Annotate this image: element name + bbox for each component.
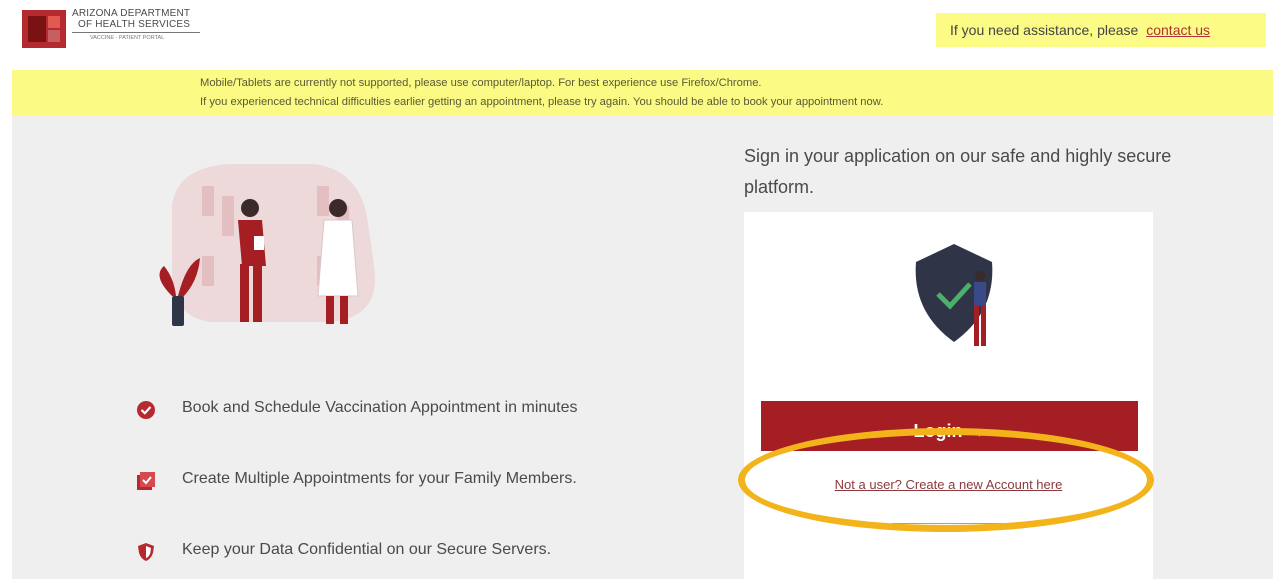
notice-line-2: If you experienced technical difficultie… xyxy=(200,96,884,108)
feature-item-family: Create Multiple Appointments for your Fa… xyxy=(132,469,577,490)
highlight-ellipse xyxy=(738,428,1154,532)
feature-text: Keep your Data Confidential on our Secur… xyxy=(182,541,552,558)
feature-text: Book and Schedule Vaccination Appointmen… xyxy=(182,399,578,416)
healthcare-workers-illustration xyxy=(159,164,376,326)
feature-item-confidential: Keep your Data Confidential on our Secur… xyxy=(132,540,552,561)
logo-divider xyxy=(72,32,200,33)
assistance-box: If you need assistance, please contact u… xyxy=(936,13,1266,47)
contact-us-link[interactable]: contact us xyxy=(1146,22,1210,38)
adhs-logo-mark-icon xyxy=(22,10,66,48)
logo-line-2: OF HEALTH SERVICES xyxy=(78,19,191,30)
notice-banner: Mobile/Tablets are currently not support… xyxy=(12,70,1273,116)
logo-subtitle: VACCINE · PATIENT PORTAL xyxy=(90,35,165,41)
feature-item-book: Book and Schedule Vaccination Appointmen… xyxy=(132,398,578,419)
check-circle-icon xyxy=(137,401,155,419)
signin-heading: Sign in your application on our safe and… xyxy=(744,146,1172,197)
assistance-text: If you need assistance, please xyxy=(950,22,1139,38)
logo-line-1: ARIZONA DEPARTMENT xyxy=(72,8,191,19)
feature-text: Create Multiple Appointments for your Fa… xyxy=(182,470,577,487)
adhs-logo[interactable]: ARIZONA DEPARTMENT OF HEALTH SERVICES VA… xyxy=(22,8,222,48)
notice-line-1: Mobile/Tablets are currently not support… xyxy=(200,77,762,89)
calendar-check-icon xyxy=(137,472,155,490)
shield-icon xyxy=(138,543,154,561)
header: ARIZONA DEPARTMENT OF HEALTH SERVICES VA… xyxy=(0,0,1273,56)
secure-shield-illustration xyxy=(915,244,993,346)
logo-text: ARIZONA DEPARTMENT OF HEALTH SERVICES VA… xyxy=(72,8,200,42)
